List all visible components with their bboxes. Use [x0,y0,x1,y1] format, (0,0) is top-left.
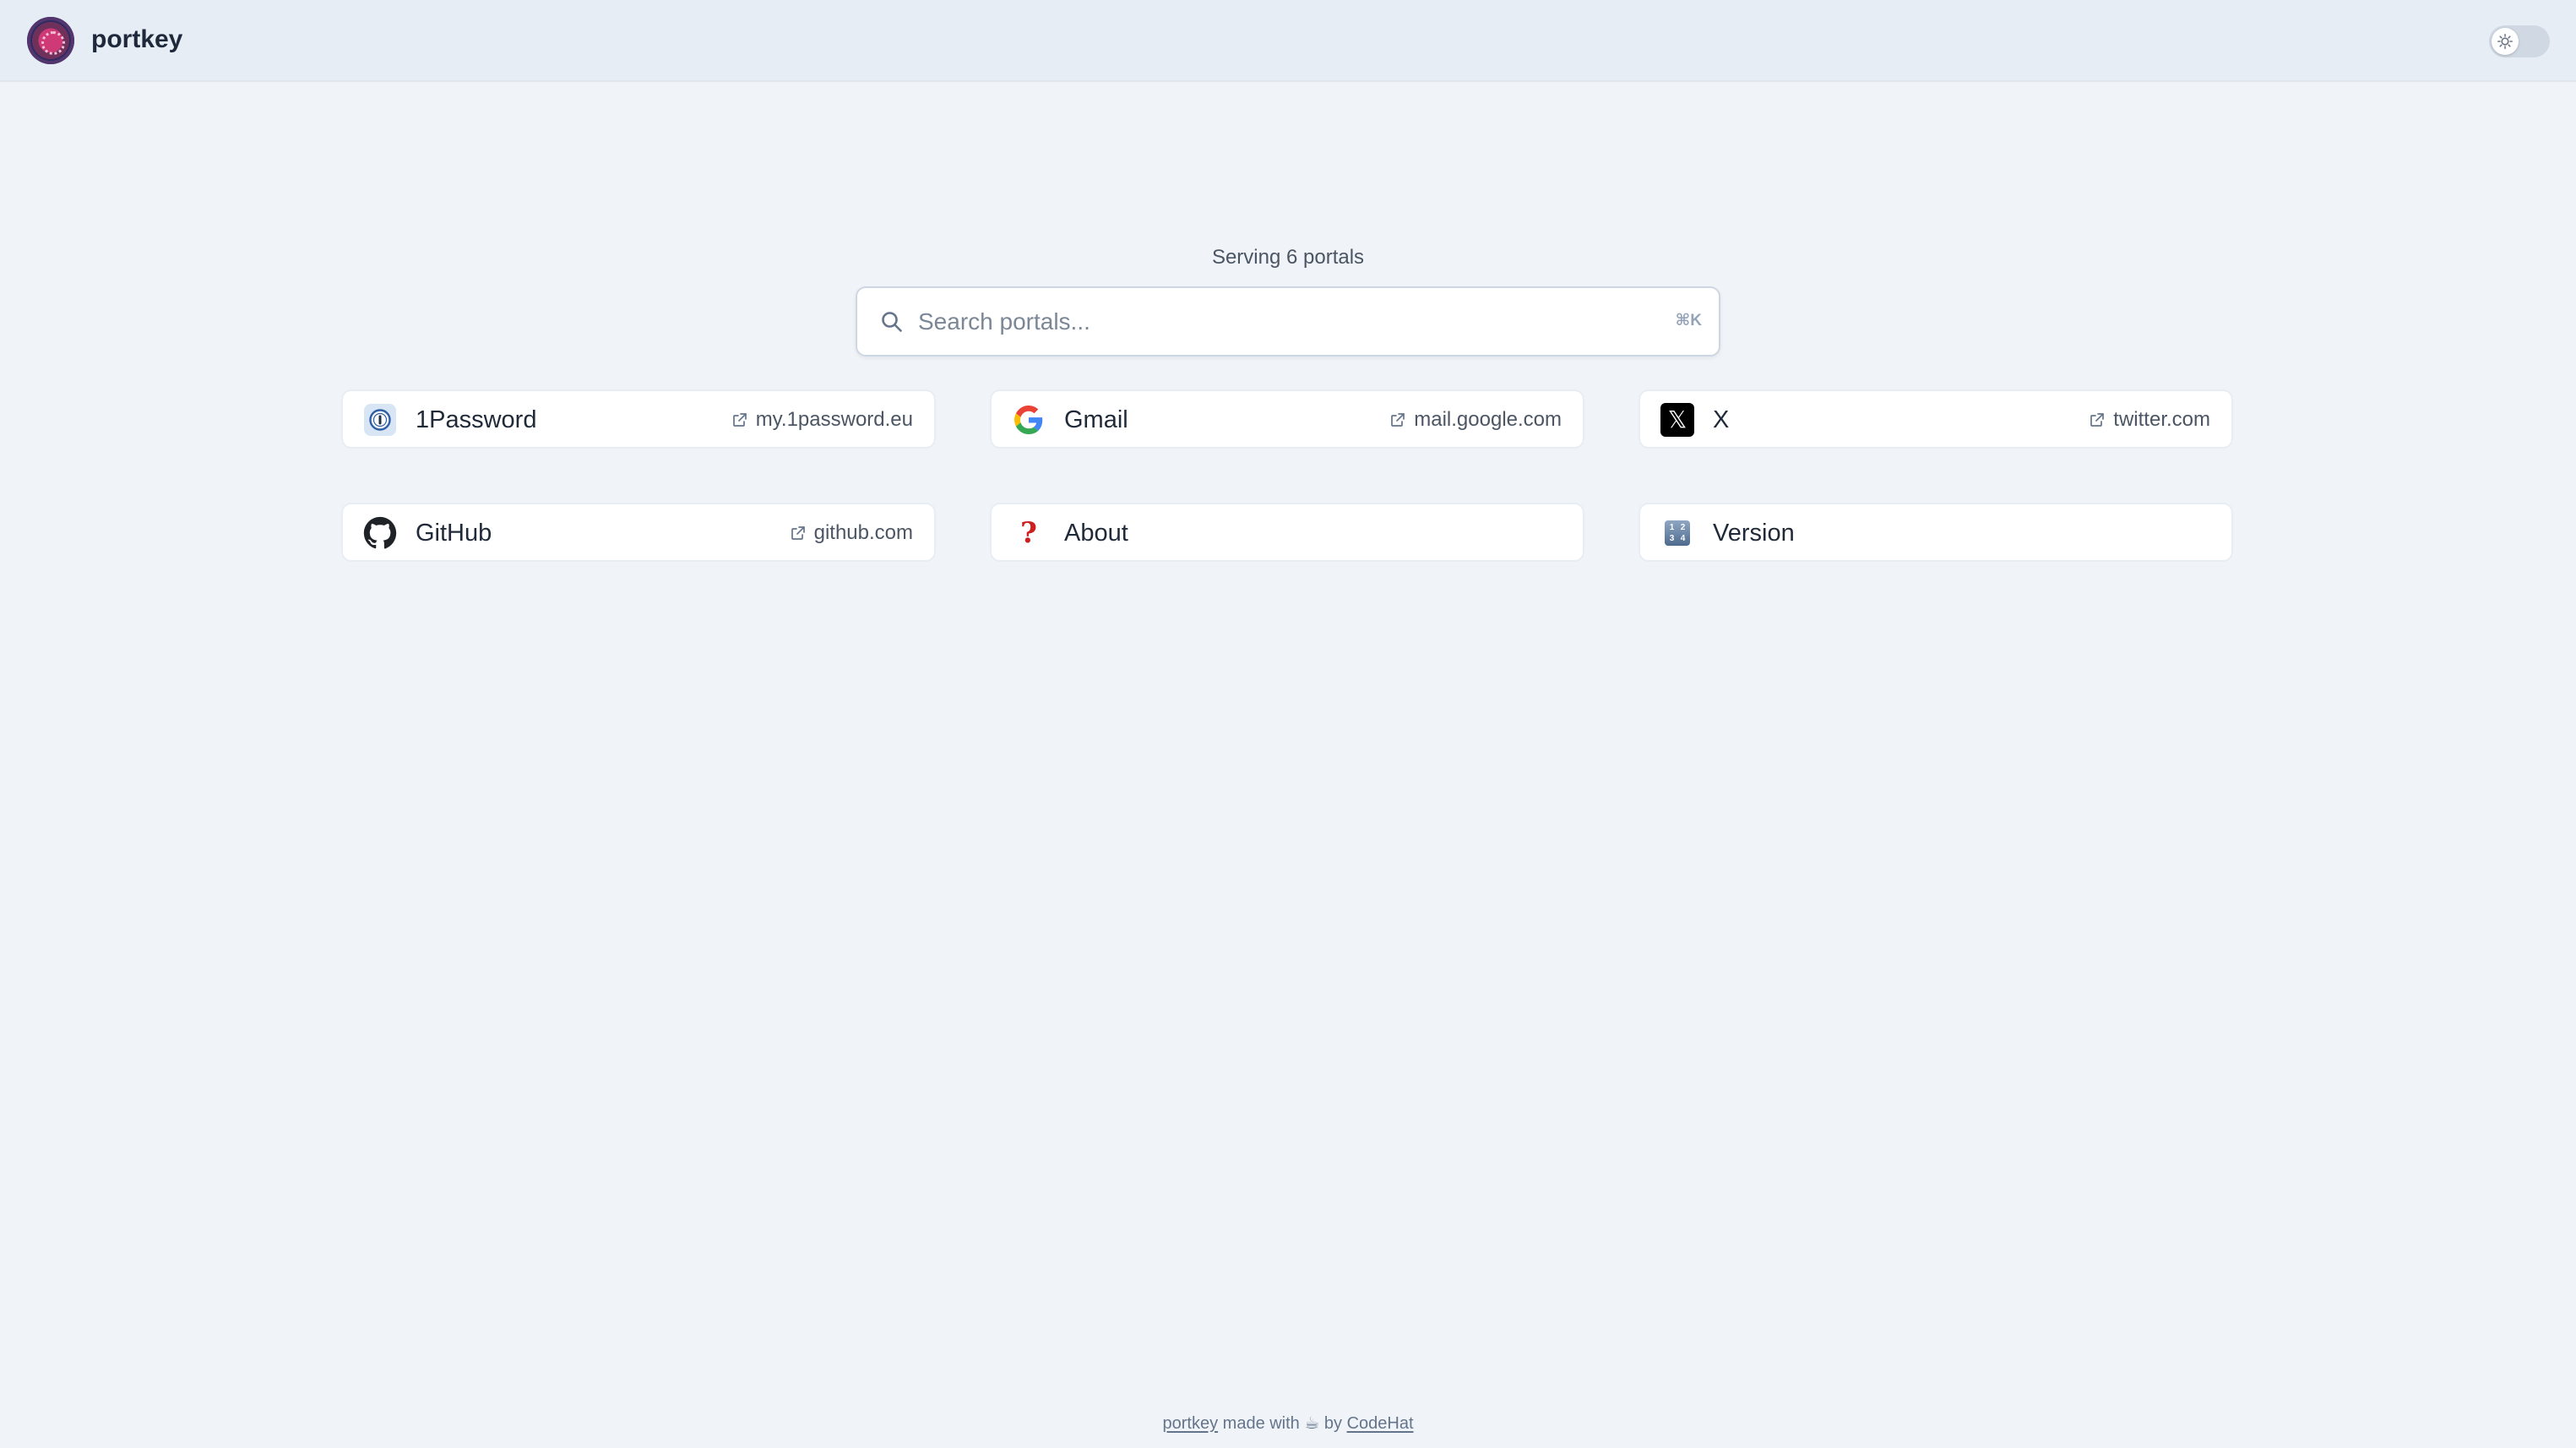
portal-title: Version [1713,520,1795,547]
brand-name[interactable]: portkey [91,25,182,54]
version-icon-digit: 4 [1680,533,1686,543]
keyboard-shortcut-hint: ⌘K [1675,312,1702,329]
coffee-icon: ☕ [1304,1414,1320,1433]
portal-title: GitHub [416,520,492,547]
portal-title: Gmail [1064,406,1128,433]
portal-card-x[interactable]: 𝕏 X twitter.com [1639,389,2233,449]
portal-external-link[interactable]: mail.google.com [1389,408,1562,432]
numbers-icon: 1 2 3 4 [1660,516,1694,550]
top-bar: portkey [0,0,2576,82]
footer-author-link[interactable]: CodeHat [1347,1414,1414,1433]
portal-card-gmail[interactable]: Gmail mail.google.com [990,389,1584,449]
sun-icon [2497,34,2513,49]
portal-count: Serving 6 portals [1211,246,1365,269]
external-link-icon [1389,411,1406,428]
portal-title: X [1713,406,1730,433]
version-icon-digit: 2 [1680,522,1686,532]
portal-link-text: my.1password.eu [755,408,913,431]
footer-made-with: made with [1222,1414,1300,1433]
question-mark-icon: ? [1020,516,1037,550]
portkey-logo[interactable] [27,17,74,64]
portal-card-version[interactable]: 1 2 3 4 Version [1639,503,2233,562]
portal-link-text: twitter.com [2113,408,2210,431]
x-logo-icon: 𝕏 [1660,403,1694,437]
portal-title: About [1064,520,1128,547]
github-icon [363,516,397,550]
version-icon-digit: 1 [1669,522,1675,532]
external-link-icon [790,525,807,542]
footer-brand-link[interactable]: portkey [1163,1414,1219,1433]
toggle-knob [2492,28,2519,55]
portal-card-github[interactable]: GitHub github.com [341,503,936,562]
theme-toggle[interactable] [2489,25,2550,57]
portal-external-link[interactable]: github.com [790,521,913,545]
1password-icon [363,403,397,437]
portal-link-text: github.com [813,521,913,544]
portal-external-link[interactable]: twitter.com [2089,408,2210,432]
footer-by: by [1323,1414,1342,1433]
external-link-icon [731,411,748,428]
portal-card-about[interactable]: ? About [990,503,1584,562]
search-icon [879,309,905,339]
portal-external-link[interactable]: my.1password.eu [731,408,913,432]
portal-link-text: mail.google.com [1414,408,1562,431]
external-link-icon [2089,411,2106,428]
portal-title: 1Password [416,406,537,433]
portal-card-1password[interactable]: 1Password my.1password.eu [341,389,936,449]
version-icon-digit: 3 [1669,533,1675,543]
footer: portkey made with ☕ by CodeHat [0,1413,2576,1434]
search-container[interactable]: ⌘K [856,286,1720,357]
search-input[interactable] [918,288,1644,355]
google-icon [1012,403,1046,437]
